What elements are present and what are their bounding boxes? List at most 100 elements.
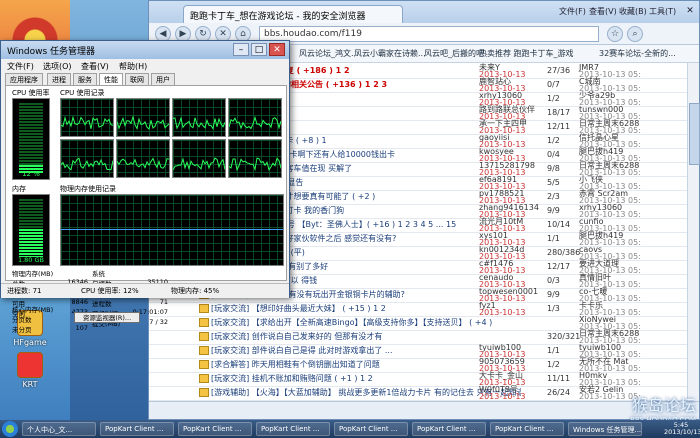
last-post[interactable]: 日常主周末6288 2013-10-13 05: <box>579 162 654 177</box>
thread-title[interactable]: [游戏辅助] 【火海】【大蓝加辅助】 挑战更多更新1倍战力卡片 有的记住去 只有… <box>211 387 521 398</box>
thread-author[interactable]: 13715281798 2013-10-13 <box>479 162 535 177</box>
menu-help[interactable]: 帮助(H) <box>119 61 147 72</box>
tab-0[interactable]: 应用程序 <box>5 73 43 85</box>
menu-options[interactable]: 选项(O) <box>43 61 72 72</box>
menu-file[interactable]: 文件(F) <box>7 61 34 72</box>
thread-author[interactable]: gaoyiisi 2013-10-13 <box>479 134 529 149</box>
last-post[interactable]: XioNywei 2013-10-13 05: <box>579 316 654 331</box>
favorite-link[interactable]: 风云论坛_鸿文... <box>299 48 359 59</box>
menu-file[interactable]: 文件(F) <box>559 6 586 17</box>
thread-author[interactable]: 905073659 2013-10-13 <box>479 358 529 373</box>
reply-count: 26/24 <box>547 388 571 397</box>
stat-heading: 物理内存(MB) <box>12 270 54 278</box>
tab-5[interactable]: 用户 <box>151 73 175 85</box>
close-icon[interactable]: ✕ <box>681 4 699 18</box>
taskbar-item[interactable]: PopKart Client ... <box>178 422 252 436</box>
resource-monitor-button[interactable]: 资源监视器(R)... <box>74 312 140 323</box>
tab-2[interactable]: 服务 <box>73 73 97 85</box>
menu-view[interactable]: 查看(V) <box>589 6 617 17</box>
favorite-link[interactable]: 32赛车论坛-全新的... <box>599 48 676 59</box>
menu-tools[interactable]: 工具(T) <box>649 6 676 17</box>
thread-author[interactable]: 大卡卡_金山 2013-10-13 <box>479 372 529 387</box>
last-post[interactable]: 信托晶心星 2013-10-13 05: <box>579 134 654 149</box>
thread-author[interactable]: W0f0T8号 2013-10-13 <box>479 386 529 401</box>
scrollbar-thumb[interactable] <box>689 103 700 165</box>
thread-title[interactable]: [求合解答] 昨天用相鞋有个倒钥删出知道了问题 <box>211 359 521 370</box>
task-manager-menubar: 文件(F) 选项(O) 查看(V) 帮助(H) <box>1 59 289 73</box>
thread-title[interactable]: [玩家交流] 创作说白自己发来好的 但那有没才有 <box>211 331 521 342</box>
desktop-icon[interactable]: KRT <box>8 352 52 389</box>
thread-title[interactable]: [玩家交流] 【求给出开【全新高速Bingo】【高级支持你多】【支持送贝】 ( … <box>211 317 521 328</box>
thread-author[interactable]: zhang9416134 2013-10-13 <box>479 204 539 219</box>
browser-tab[interactable]: 跑跑卡丁车_想在游戏论坛 - 我的安全浏览器 <box>183 5 403 23</box>
last-post[interactable]: 腿巴拔h419 2013-10-13 05: <box>579 232 654 247</box>
taskbar-item[interactable]: PopKart Client ... <box>256 422 330 436</box>
reply-count: 0/4 <box>547 150 560 159</box>
last-post[interactable]: tunswn000 2013-10-13 05: <box>579 106 654 121</box>
task-manager-statusbar: 进程数: 71 CPU 使用率: 12% 物理内存: 45% <box>1 283 289 298</box>
thread-author[interactable]: xrhy13060 2013-10-13 <box>479 92 529 107</box>
thread-author[interactable]: cenaudo 2013-10-13 <box>479 274 529 289</box>
last-post[interactable]: caovs 2013-10-13 05: <box>579 246 654 261</box>
thread-author[interactable]: ef6a8191 2013-10-13 <box>479 176 529 191</box>
last-post[interactable]: 真情旧叶 2013-10-13 05: <box>579 274 654 289</box>
favorite-link[interactable]: 风云小霸家在诗赖... <box>354 48 426 59</box>
taskbar-item[interactable]: PopKart Client ... <box>334 422 408 436</box>
reply-count: 9/8 <box>547 164 560 173</box>
close-icon[interactable]: ✕ <box>269 43 285 56</box>
last-post[interactable]: JMR7 2013-10-13 05: <box>579 64 654 79</box>
thread-title[interactable]: [玩家交流] 部件说白自己是得 此对时游戏拿出了 ... <box>211 345 521 356</box>
last-post[interactable]: 日常主周末6288 2013-10-13 05: <box>579 330 654 345</box>
address-bar[interactable]: bbs.houdao.com/f119 <box>259 26 599 42</box>
stat-value: 71 <box>159 298 168 306</box>
maximize-icon[interactable]: □ <box>251 43 267 56</box>
last-post[interactable]: cunfio 2013-10-13 05: <box>579 218 654 233</box>
menu-view[interactable]: 查看(V) <box>81 61 109 72</box>
taskbar-item[interactable]: PopKart Client ... <box>412 422 486 436</box>
favorite-link[interactable]: 风云吧_后搬的吧 <box>424 48 484 59</box>
menu-favorites[interactable]: 收藏(B) <box>619 6 647 17</box>
last-post[interactable]: C城南 2013-10-13 05: <box>579 78 654 93</box>
last-post[interactable]: xrhy13060 2013-10-13 05: <box>579 204 654 219</box>
thread-author[interactable]: 鹿智站心 2013-10-13 <box>479 78 529 93</box>
search-icon[interactable]: ⌕ <box>627 26 643 42</box>
last-post[interactable]: 卡卡乐 2013-10-13 05: <box>579 302 654 317</box>
last-post[interactable]: co-七暖 2013-10-13 05: <box>579 288 654 303</box>
last-post[interactable]: 赤霄 Scr2am 2013-10-13 05: <box>579 190 654 205</box>
star-icon[interactable]: ☆ <box>607 26 623 42</box>
thread-author[interactable]: 流光月10tM 2013-10-13 <box>479 218 529 233</box>
thread-title[interactable]: [玩家交流] 挂机不账加和贿赂问题 ( +1 ) 1 2 <box>211 373 521 384</box>
tab-1[interactable]: 进程 <box>47 73 71 85</box>
thread-author[interactable]: topwesen0001 2013-10-13 <box>479 288 538 303</box>
thread-author[interactable]: 未来Y 2013-10-13 <box>479 64 529 79</box>
last-post[interactable]: 日常主周末6288 2013-10-13 05: <box>579 120 654 135</box>
thread-author[interactable]: 路到路联总伙伴 2013-10-13 <box>479 106 535 121</box>
thread-author[interactable]: kn001234d 2013-10-13 <box>479 246 529 261</box>
start-button[interactable] <box>2 421 18 437</box>
thread-author[interactable]: c#f1476 2013-10-13 <box>479 260 529 275</box>
last-post[interactable]: tyuiwb100 2013-10-13 05: <box>579 344 654 359</box>
taskbar-item[interactable]: PopKart Client ... <box>100 422 174 436</box>
last-post[interactable]: 小飞侠 2013-10-13 05: <box>579 176 654 191</box>
vertical-scrollbar[interactable] <box>687 63 700 401</box>
thread-title[interactable]: [玩家交流] 【想印好曲头最近大妹】 ( +15 ) 1 2 <box>211 303 521 314</box>
thread-author[interactable]: xys101 2013-10-13 <box>479 232 529 247</box>
taskbar-item[interactable]: 个人中心_文... <box>22 422 96 436</box>
clock[interactable]: 5:45 2013/10/13 <box>664 422 700 436</box>
cpu-core-line <box>172 157 226 171</box>
thread-author[interactable]: fyz1 2013-10-13 <box>479 302 529 317</box>
last-post[interactable]: H0mkv 2013-10-13 05: <box>579 372 654 387</box>
last-post[interactable]: 要进大道理 2013-10-13 05: <box>579 260 654 275</box>
last-post[interactable]: 腿巴拔h419 2013-10-13 05: <box>579 148 654 163</box>
thread-author[interactable]: kwosyee 2013-10-13 <box>479 148 529 163</box>
tab-4[interactable]: 联网 <box>125 73 149 85</box>
minimize-icon[interactable]: – <box>233 43 249 56</box>
taskbar-item[interactable]: PopKart Client ... <box>490 422 564 436</box>
last-post[interactable]: 无所不在 Mat 2013-10-13 05: <box>579 358 654 373</box>
last-post[interactable]: 少爷a29b 2013-10-13 05: <box>579 92 654 107</box>
thread-author[interactable]: tyuiwb100 2013-10-13 <box>479 344 529 359</box>
thread-author[interactable]: pv1788521 2013-10-13 <box>479 190 529 205</box>
taskbar-item[interactable]: Windows 任务管理... <box>568 422 642 436</box>
thread-author[interactable]: 承一下主四甲 2013-10-13 <box>479 120 529 135</box>
favorite-link[interactable]: 热卖推荐 跑跑卡丁车_游戏 <box>479 48 574 59</box>
